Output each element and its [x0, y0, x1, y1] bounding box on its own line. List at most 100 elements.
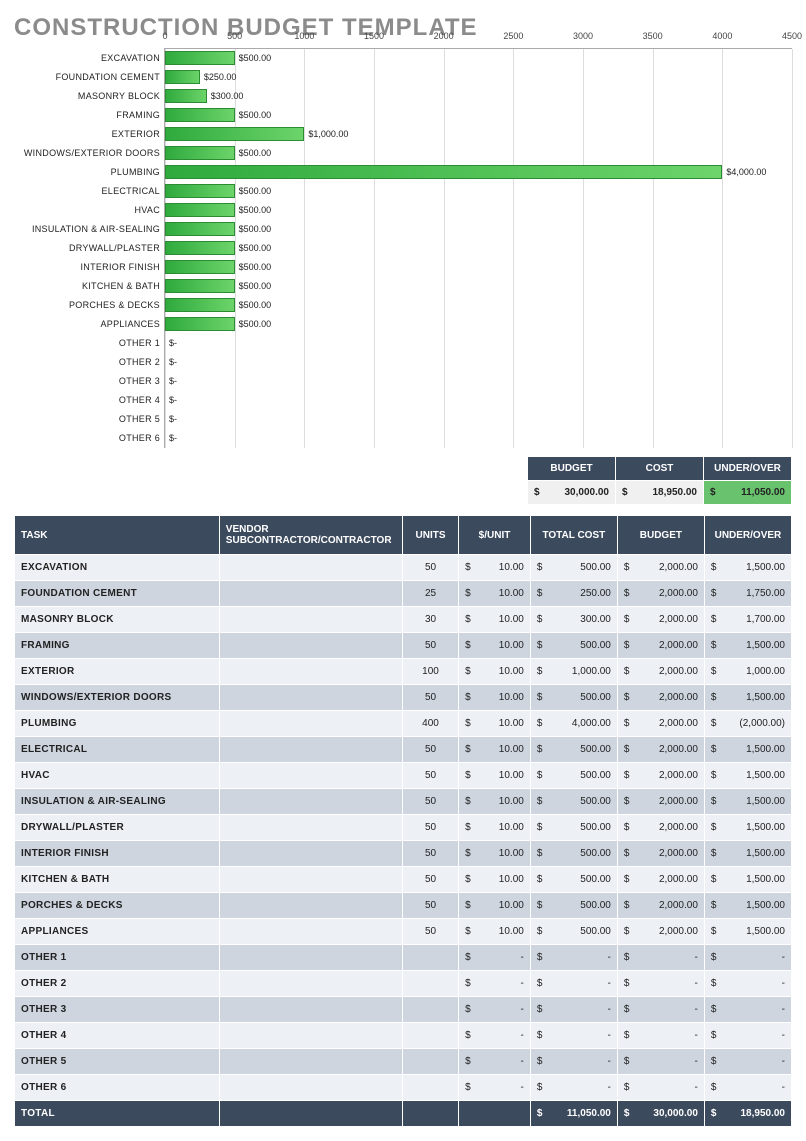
units-cell — [402, 997, 458, 1023]
table-cell: $2,000.00 — [617, 607, 704, 633]
table-cell: $10.00 — [459, 555, 531, 581]
table-cell: $10.00 — [459, 841, 531, 867]
chart-category-label: OTHER 4 — [14, 395, 164, 405]
chart-bar — [165, 184, 235, 198]
vendor-cell — [219, 1075, 402, 1101]
table-row: OTHER 5$-$-$-$- — [15, 1049, 792, 1075]
table-cell: $500.00 — [530, 555, 617, 581]
table-cell: $2,000.00 — [617, 685, 704, 711]
table-cell: $- — [704, 1075, 791, 1101]
chart-data-label: $500.00 — [239, 241, 272, 255]
col-header-budget: BUDGET — [617, 516, 704, 555]
table-cell: $- — [617, 971, 704, 997]
table-cell: $10.00 — [459, 581, 531, 607]
vendor-cell — [219, 789, 402, 815]
table-row: KITCHEN & BATH50$10.00$500.00$2,000.00$1… — [15, 867, 792, 893]
table-cell: $- — [704, 1049, 791, 1075]
axis-tick: 500 — [227, 31, 242, 41]
vendor-cell — [219, 1023, 402, 1049]
table-cell: $1,500.00 — [704, 685, 791, 711]
table-cell: $10.00 — [459, 711, 531, 737]
table-cell: $1,500.00 — [704, 893, 791, 919]
table-cell: $10.00 — [459, 685, 531, 711]
table-cell: $500.00 — [530, 919, 617, 945]
table-cell: $2,000.00 — [617, 789, 704, 815]
units-cell — [402, 1049, 458, 1075]
table-cell: $- — [530, 1075, 617, 1101]
chart-data-label: $- — [169, 393, 177, 407]
table-cell: $- — [617, 945, 704, 971]
chart-bar — [165, 203, 235, 217]
vendor-cell — [219, 971, 402, 997]
chart-data-label: $500.00 — [239, 51, 272, 65]
chart-bar — [165, 317, 235, 331]
units-cell — [402, 1023, 458, 1049]
chart-category-label: OTHER 3 — [14, 376, 164, 386]
units-cell: 50 — [402, 737, 458, 763]
vendor-cell — [219, 659, 402, 685]
table-cell: $- — [459, 1049, 531, 1075]
budget-table: TASK VENDOR SUBCONTRACTOR/CONTRACTOR UNI… — [14, 515, 792, 1127]
table-cell: $10.00 — [459, 789, 531, 815]
table-cell: $500.00 — [530, 815, 617, 841]
chart-data-label: $500.00 — [239, 108, 272, 122]
units-cell: 50 — [402, 815, 458, 841]
table-cell: $2,000.00 — [617, 815, 704, 841]
table-row: OTHER 1$-$-$-$- — [15, 945, 792, 971]
table-cell: $- — [617, 1023, 704, 1049]
chart-data-label: $500.00 — [239, 317, 272, 331]
table-row: FOUNDATION CEMENT25$10.00$250.00$2,000.0… — [15, 581, 792, 607]
chart-category-label: EXTERIOR — [14, 129, 164, 139]
table-row: OTHER 4$-$-$-$- — [15, 1023, 792, 1049]
vendor-cell — [219, 1049, 402, 1075]
task-cell: OTHER 6 — [15, 1075, 220, 1101]
table-cell: $10.00 — [459, 659, 531, 685]
chart-bar — [165, 127, 304, 141]
table-cell: $10.00 — [459, 607, 531, 633]
table-row: PORCHES & DECKS50$10.00$500.00$2,000.00$… — [15, 893, 792, 919]
units-cell — [402, 945, 458, 971]
chart-category-label: APPLIANCES — [14, 319, 164, 329]
units-cell: 50 — [402, 919, 458, 945]
chart-category-label: MASONRY BLOCK — [14, 91, 164, 101]
table-cell: $- — [530, 945, 617, 971]
vendor-cell — [219, 607, 402, 633]
table-cell: $1,500.00 — [704, 867, 791, 893]
table-row: MASONRY BLOCK30$10.00$300.00$2,000.00$1,… — [15, 607, 792, 633]
chart-data-label: $- — [169, 412, 177, 426]
table-cell: $- — [530, 1023, 617, 1049]
chart-bar — [165, 298, 235, 312]
table-cell: $- — [530, 971, 617, 997]
axis-tick: 4000 — [712, 31, 732, 41]
axis-tick: 0 — [162, 31, 167, 41]
units-cell: 50 — [402, 893, 458, 919]
chart-category-label: HVAC — [14, 205, 164, 215]
table-row: INSULATION & AIR-SEALING50$10.00$500.00$… — [15, 789, 792, 815]
vendor-cell — [219, 711, 402, 737]
task-cell: OTHER 1 — [15, 945, 220, 971]
vendor-cell — [219, 945, 402, 971]
table-cell: $500.00 — [530, 685, 617, 711]
chart-category-label: EXCAVATION — [14, 53, 164, 63]
table-cell: $- — [459, 1075, 531, 1101]
axis-tick: 4500 — [782, 31, 802, 41]
chart-data-label: $250.00 — [204, 70, 237, 84]
table-cell: $500.00 — [530, 763, 617, 789]
col-header-unitprice: $/UNIT — [459, 516, 531, 555]
table-cell: $2,000.00 — [617, 633, 704, 659]
vendor-cell — [219, 581, 402, 607]
units-cell: 50 — [402, 555, 458, 581]
table-cell: $500.00 — [530, 893, 617, 919]
task-cell: HVAC — [15, 763, 220, 789]
table-cell: $2,000.00 — [617, 737, 704, 763]
units-cell: 400 — [402, 711, 458, 737]
table-cell: $2,000.00 — [617, 555, 704, 581]
table-row: OTHER 2$-$-$-$- — [15, 971, 792, 997]
chart-data-label: $500.00 — [239, 222, 272, 236]
chart-bar — [165, 146, 235, 160]
chart-category-label: OTHER 2 — [14, 357, 164, 367]
table-cell: $- — [704, 1023, 791, 1049]
chart-data-label: $300.00 — [211, 89, 244, 103]
chart-category-label: OTHER 6 — [14, 433, 164, 443]
vendor-cell — [219, 763, 402, 789]
